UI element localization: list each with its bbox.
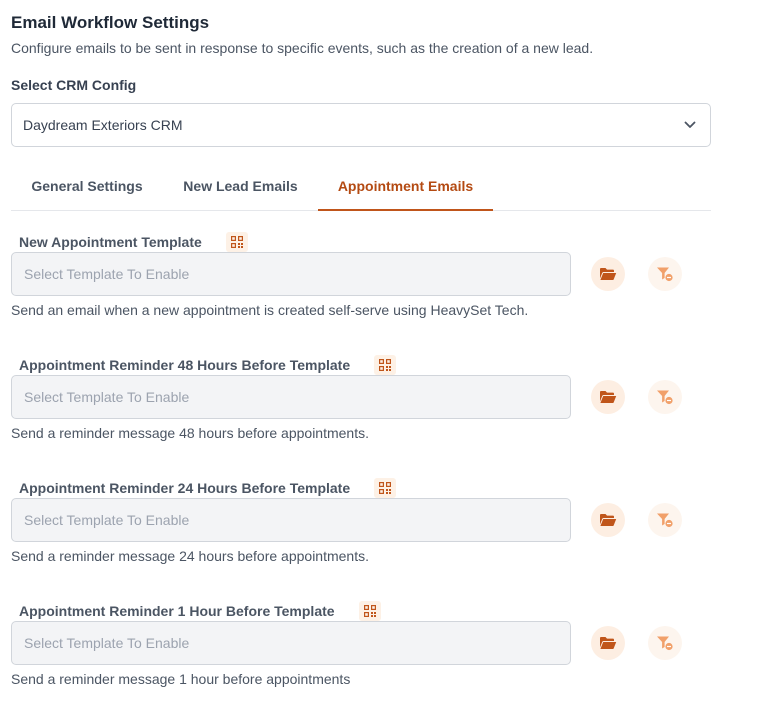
- section-label-row: Appointment Reminder 1 Hour Before Templ…: [19, 601, 381, 621]
- crm-config-select[interactable]: Daydream Exteriors CRM: [11, 103, 711, 147]
- section-label-row: New Appointment Template: [19, 232, 248, 252]
- section-help-text: Send a reminder message 1 hour before ap…: [11, 671, 351, 687]
- section-label: Appointment Reminder 48 Hours Before Tem…: [19, 357, 351, 373]
- crm-config-label: Select CRM Config: [11, 77, 137, 93]
- folder-open-icon[interactable]: [591, 626, 625, 660]
- section-label-row: Appointment Reminder 24 Hours Before Tem…: [19, 478, 397, 498]
- qr-code-icon[interactable]: [374, 478, 397, 498]
- template-select[interactable]: Select Template To Enable: [11, 498, 571, 542]
- template-select[interactable]: Select Template To Enable: [11, 252, 571, 296]
- settings-tabs: General Settings New Lead Emails Appoint…: [11, 167, 711, 211]
- section-help-text: Send an email when a new appointment is …: [11, 302, 529, 318]
- tab-appointment-emails[interactable]: Appointment Emails: [318, 167, 493, 211]
- section-label: Appointment Reminder 1 Hour Before Templ…: [19, 603, 335, 619]
- page-subtitle: Configure emails to be sent in response …: [11, 40, 594, 56]
- page-title: Email Workflow Settings: [11, 13, 210, 32]
- crm-config-value: Daydream Exteriors CRM: [23, 117, 183, 133]
- section-help-text: Send a reminder message 48 hours before …: [11, 425, 369, 441]
- filter-clear-icon[interactable]: [648, 380, 682, 414]
- qr-code-icon[interactable]: [358, 601, 381, 621]
- filter-clear-icon[interactable]: [648, 626, 682, 660]
- filter-clear-icon[interactable]: [648, 503, 682, 537]
- folder-open-icon[interactable]: [591, 503, 625, 537]
- filter-clear-icon[interactable]: [648, 257, 682, 291]
- tab-general-settings[interactable]: General Settings: [11, 167, 163, 211]
- section-label: New Appointment Template: [19, 234, 202, 250]
- folder-open-icon[interactable]: [591, 257, 625, 291]
- template-select[interactable]: Select Template To Enable: [11, 375, 571, 419]
- tab-new-lead-emails[interactable]: New Lead Emails: [163, 167, 318, 211]
- section-help-text: Send a reminder message 24 hours before …: [11, 548, 369, 564]
- chevron-down-icon: [684, 121, 696, 129]
- section-label: Appointment Reminder 24 Hours Before Tem…: [19, 480, 351, 496]
- folder-open-icon[interactable]: [591, 380, 625, 414]
- section-label-row: Appointment Reminder 48 Hours Before Tem…: [19, 355, 397, 375]
- template-select[interactable]: Select Template To Enable: [11, 621, 571, 665]
- qr-code-icon[interactable]: [374, 355, 397, 375]
- qr-code-icon[interactable]: [225, 232, 248, 252]
- email-workflow-settings-page: Email Workflow Settings Configure emails…: [0, 0, 780, 705]
